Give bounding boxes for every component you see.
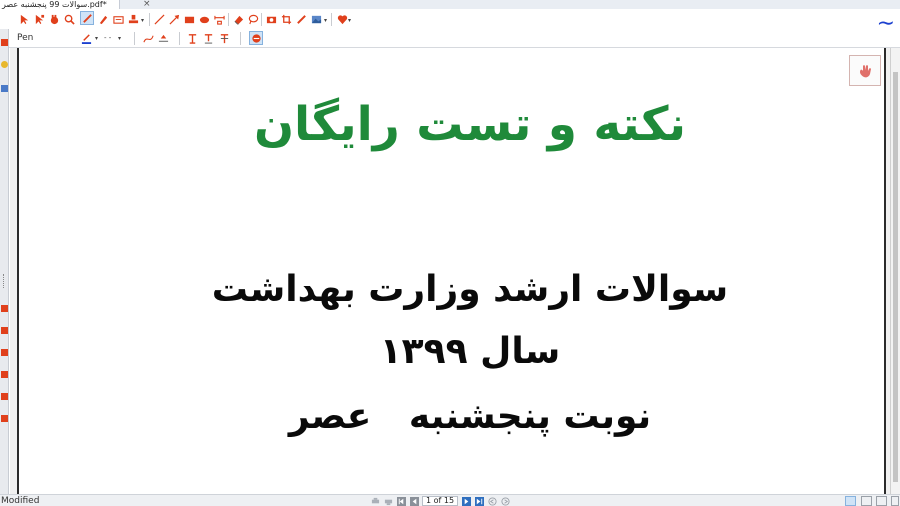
toolbar-separator	[228, 13, 229, 26]
line-width-icon[interactable]	[157, 32, 169, 44]
first-page-icon[interactable]	[396, 496, 406, 506]
facing-view-icon[interactable]	[876, 496, 887, 506]
hand-icon[interactable]	[48, 13, 60, 25]
toolbar-separator	[134, 32, 135, 45]
bookmark-icon[interactable]	[1, 39, 8, 46]
document-tab-title: سوالات 99 پنجشنبه عصر.pdf*	[2, 0, 107, 9]
print-preview-icon[interactable]	[383, 496, 393, 506]
forward-view-icon[interactable]	[500, 496, 510, 506]
vertical-scrollbar[interactable]	[890, 48, 900, 494]
single-page-view-icon[interactable]	[845, 496, 856, 506]
image-icon[interactable]	[310, 13, 322, 25]
document-line-year: سال ۱۳۹۹	[379, 331, 561, 372]
annotation-toolbar: ▾ ▾ ▾	[0, 9, 900, 29]
smooth-line-icon[interactable]	[142, 32, 154, 44]
toolbar-separator	[149, 13, 150, 26]
last-page-icon[interactable]	[474, 496, 484, 506]
rectangle-icon[interactable]	[183, 13, 195, 25]
attachment-icon[interactable]	[1, 85, 8, 92]
toolbar-separator	[331, 13, 332, 26]
line-style-dropdown[interactable]: - -	[104, 34, 111, 42]
camera-icon[interactable]	[265, 13, 277, 25]
hand-tool-button[interactable]	[849, 55, 881, 86]
document-title: نکته و تست رایگان	[253, 97, 687, 152]
tab-bar: سوالات 99 پنجشنبه عصر.pdf* ×	[0, 0, 900, 9]
print-icon[interactable]	[370, 496, 380, 506]
continuous-view-icon[interactable]	[861, 496, 872, 506]
highlight-panel-icon[interactable]	[1, 327, 8, 334]
pencil-icon[interactable]	[295, 13, 307, 25]
previous-page-icon[interactable]	[409, 496, 419, 506]
toolbar-separator	[240, 32, 241, 45]
toolbar-separator	[261, 13, 262, 26]
text-strikeout-icon[interactable]	[218, 32, 230, 44]
crop-icon[interactable]	[280, 13, 292, 25]
lasso-icon[interactable]	[247, 13, 259, 25]
properties-toolbar: ▾ - - ▾	[0, 29, 900, 48]
text-size-icon[interactable]	[186, 32, 198, 44]
left-panel-rail	[0, 29, 9, 494]
pen-style-icon[interactable]	[249, 31, 263, 45]
pen-panel-icon[interactable]	[1, 305, 8, 312]
pen-color-icon[interactable]	[80, 32, 92, 44]
line-style-dropdown-icon[interactable]: ▾	[118, 35, 121, 42]
tab-close-icon[interactable]: ×	[143, 0, 151, 9]
highlighter-icon[interactable]	[97, 13, 109, 25]
line-icon[interactable]	[153, 13, 165, 25]
document-status: Modified	[1, 496, 40, 506]
document-line-ministry: سوالات ارشد وزارت بهداشت	[211, 269, 729, 310]
hand-icon	[860, 64, 871, 77]
text-underline-icon[interactable]	[202, 32, 214, 44]
next-page-icon[interactable]	[461, 496, 471, 506]
favorite-dropdown-icon[interactable]: ▾	[348, 17, 351, 24]
select-icon[interactable]	[18, 13, 30, 25]
page-number-field[interactable]: 1 of 15	[422, 496, 459, 506]
arrow-icon[interactable]	[168, 13, 180, 25]
pen-icon[interactable]	[80, 11, 94, 25]
stamp-dropdown-icon[interactable]: ▾	[141, 17, 144, 24]
page-navigation: 1 of 15	[370, 496, 513, 506]
facing-continuous-view-icon[interactable]	[891, 496, 899, 506]
ellipse-icon[interactable]	[198, 13, 210, 25]
document-line-session: نوبت پنجشنبه عصر	[288, 396, 652, 437]
stamp-icon[interactable]	[127, 13, 139, 25]
zoom-icon[interactable]	[63, 13, 75, 25]
favorite-icon[interactable]	[336, 13, 348, 25]
pen-label: Pen	[17, 33, 34, 43]
toolbar-separator	[179, 32, 180, 45]
pen-color-dropdown-icon[interactable]: ▾	[95, 35, 98, 42]
status-bar: Modified 1 of 15	[0, 494, 900, 506]
panel-grip[interactable]	[3, 274, 6, 288]
back-view-icon[interactable]	[487, 496, 497, 506]
select-annotation-icon[interactable]	[33, 13, 45, 25]
stamp-panel-icon[interactable]	[1, 393, 8, 400]
measure-icon[interactable]	[213, 13, 225, 25]
text-panel-icon[interactable]	[1, 371, 8, 378]
comment-icon[interactable]	[1, 61, 8, 68]
markup-panel-icon[interactable]	[1, 349, 8, 356]
document-tab[interactable]: سوالات 99 پنجشنبه عصر.pdf*	[0, 0, 120, 9]
text-box-icon[interactable]	[112, 13, 124, 25]
image-dropdown-icon[interactable]: ▾	[324, 17, 327, 24]
eraser-icon[interactable]	[232, 13, 244, 25]
scrollbar-thumb[interactable]	[893, 72, 898, 482]
link-panel-icon[interactable]	[1, 415, 8, 422]
app-window: سوالات 99 پنجشنبه عصر.pdf* × ▾ ▾ ▾ ∼ ▾ -…	[0, 0, 900, 506]
